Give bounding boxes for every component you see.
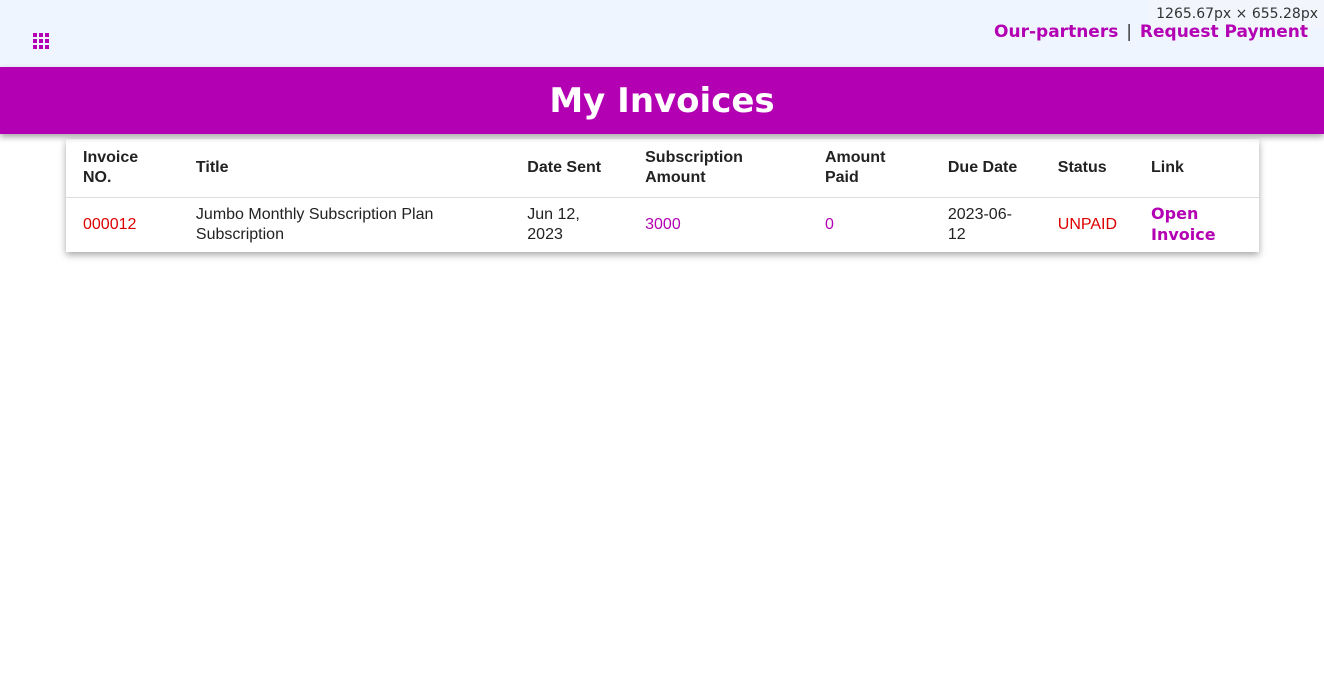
header-link: Link [1134, 139, 1259, 198]
status-badge: UNPAID [1057, 216, 1118, 233]
invoices-table-card: Invoice NO. Title Date Sent Subscription… [66, 139, 1259, 252]
page-banner: My Invoices [0, 67, 1324, 134]
cell-invoice-no: 000012 [83, 216, 137, 233]
cell-link: Open Invoice [1134, 198, 1259, 253]
request-payment-link[interactable]: Request Payment [1140, 22, 1308, 42]
cell-date-sent: Jun 12, 2023 [527, 206, 580, 243]
header-date-sent: Date Sent [510, 139, 629, 198]
header-due-date: Due Date [930, 139, 1041, 198]
cell-subscription-amount: 3000 [645, 216, 681, 233]
open-invoice-link[interactable]: Open Invoice [1151, 204, 1216, 244]
header-invoice-no: Invoice NO. [66, 139, 179, 198]
invoices-table: Invoice NO. Title Date Sent Subscription… [66, 139, 1259, 252]
header-amount-paid: Amount Paid [807, 139, 931, 198]
top-bar: 1265.67px × 655.28px Our-partners | Requ… [0, 0, 1324, 67]
table-header-row: Invoice NO. Title Date Sent Subscription… [66, 139, 1259, 198]
link-separator: | [1126, 22, 1132, 42]
header-subscription-amount: Subscription Amount [628, 139, 808, 198]
cell-amount-paid: 0 [824, 216, 834, 233]
header-title: Title [178, 139, 511, 198]
cell-title: Jumbo Monthly Subscription Plan Subscrip… [195, 206, 434, 243]
apps-grid-icon [33, 33, 49, 49]
our-partners-link[interactable]: Our-partners [994, 22, 1118, 42]
top-links: Our-partners | Request Payment [994, 22, 1308, 42]
table-row: 000012 Jumbo Monthly Subscription Plan S… [66, 198, 1259, 253]
header-status: Status [1040, 139, 1135, 198]
apps-menu-button[interactable] [24, 22, 58, 60]
cell-due-date: 2023-06-12 [947, 206, 1012, 243]
page-title: My Invoices [549, 80, 775, 121]
